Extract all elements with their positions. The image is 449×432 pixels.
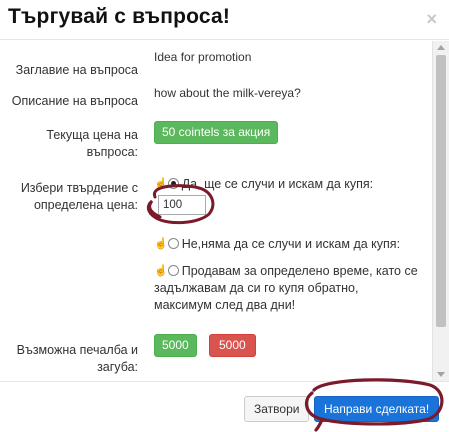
close-icon[interactable]: × [426, 9, 437, 30]
current-price-label-line1: Текуща цена на [46, 128, 138, 142]
choose-statement-label: Избери твърдение с определена цена: [21, 180, 138, 214]
option-sell-label-line2: задължавам да си го купя обратно, [154, 281, 359, 295]
close-button[interactable]: Затвори [244, 396, 310, 422]
trade-modal: Търгувай с въпроса! × Заглавие на въпрос… [0, 0, 449, 432]
hand-pointer-icon: ☝ [154, 238, 168, 250]
modal-title: Търгувай с въпроса! [8, 5, 231, 28]
modal-body: Заглавие на въпроса Idea for promotion О… [0, 41, 436, 381]
option-sell-label-line3: максимум след два дни! [154, 298, 296, 312]
question-desc-label: Описание на въпроса [11, 94, 138, 108]
scrollbar[interactable] [432, 41, 449, 381]
profit-loss-label-line1: Възможна печалба и [16, 343, 138, 357]
profit-button[interactable]: 5000 [154, 334, 197, 357]
option-sell-radio[interactable] [167, 265, 179, 276]
option-yes-label: Да, ще се случи и искам да купя: [181, 177, 374, 191]
choose-statement-label-line1: Избери твърдение с [20, 181, 138, 195]
option-sell[interactable]: ☝ Продавам за определено време, като се з… [154, 263, 418, 314]
make-deal-button[interactable]: Направи сделката! [314, 396, 440, 422]
question-title-value: Idea for promotion [154, 50, 252, 64]
current-price-label: Текуща цена на въпроса: [46, 127, 138, 161]
scroll-thumb[interactable] [436, 55, 446, 327]
choose-statement-label-line2: определена цена: [33, 198, 138, 212]
modal-header: Търгувай с въпроса! × [0, 0, 449, 40]
option-yes-radio[interactable] [167, 178, 179, 189]
option-no-label: Не,няма да се случи и искам да купя: [181, 237, 401, 251]
question-title-label: Заглавие на въпроса [15, 63, 138, 77]
modal-footer: Затвори Направи сделката! [0, 381, 449, 432]
option-yes[interactable]: ☝ Да, ще се случи и искам да купя: [154, 176, 373, 193]
price-input[interactable] [158, 195, 206, 215]
question-desc-value: how about the milk-vereya? [154, 86, 301, 100]
profit-loss-label-line2: загуба: [97, 360, 138, 374]
scroll-down-icon[interactable] [437, 372, 445, 377]
current-price-label-line2: въпроса: [86, 145, 138, 159]
hand-pointer-icon: ☝ [154, 178, 168, 190]
option-no[interactable]: ☝ Не,няма да се случи и искам да купя: [154, 236, 400, 253]
loss-button[interactable]: 5000 [209, 334, 256, 357]
option-no-radio[interactable] [167, 238, 179, 249]
option-sell-label-line1: Продавам за определено време, като се [181, 264, 418, 278]
profit-loss-label: Възможна печалба и загуба: [17, 342, 138, 376]
current-price-button[interactable]: 50 cointels за акция [154, 121, 279, 144]
scroll-up-icon[interactable] [437, 45, 445, 50]
hand-pointer-icon: ☝ [154, 265, 168, 277]
